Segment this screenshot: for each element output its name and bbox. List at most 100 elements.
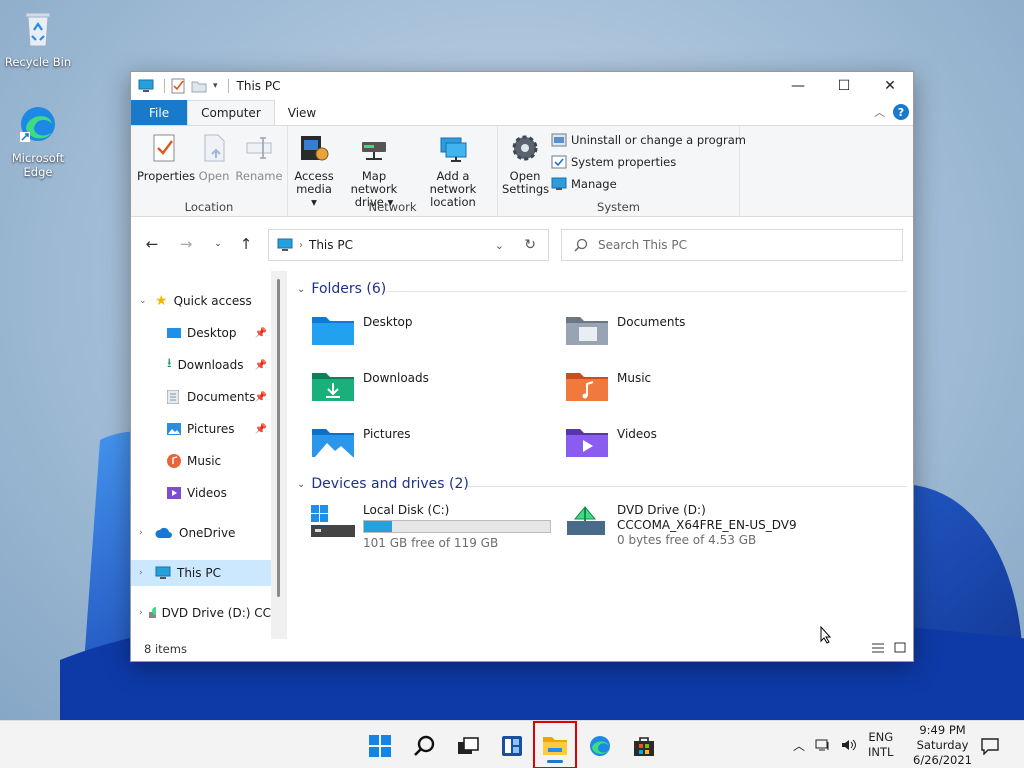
- details-view-icon[interactable]: [871, 641, 885, 655]
- recent-locations-button[interactable]: ⌄: [207, 233, 229, 255]
- quick-access-toolbar: ▾: [131, 78, 229, 94]
- nav-item-desktop[interactable]: Desktop 📌: [131, 320, 271, 346]
- nav-onedrive[interactable]: › OneDrive: [131, 520, 271, 546]
- divider: [227, 79, 229, 93]
- desktop-icon-recycle-bin[interactable]: Recycle Bin: [2, 8, 74, 69]
- nav-this-pc[interactable]: › This PC: [131, 560, 271, 586]
- tab-file[interactable]: File: [131, 100, 188, 125]
- folder-videos[interactable]: Videos: [565, 425, 657, 459]
- folders-section-header[interactable]: ⌄ Folders (6): [297, 281, 386, 297]
- nav-label: Videos: [187, 486, 227, 500]
- search-box[interactable]: Search This PC: [561, 229, 903, 261]
- ribbon: Properties Open Rename Location Access m…: [131, 125, 913, 217]
- system-properties-button[interactable]: System properties: [551, 154, 676, 170]
- system-properties-icon: [551, 155, 567, 169]
- drive-local-disk-c[interactable]: Local Disk (C:) 101 GB free of 119 GB: [311, 503, 551, 551]
- language-indicator[interactable]: ENG INTL: [868, 721, 893, 768]
- expanded-chevron-icon[interactable]: ⌄: [297, 479, 305, 490]
- active-indicator: [547, 760, 563, 763]
- address-bar[interactable]: › This PC ⌄ ↻: [268, 229, 549, 261]
- folder-downloads[interactable]: Downloads: [311, 369, 429, 403]
- address-dropdown-icon[interactable]: ⌄: [495, 239, 504, 252]
- manage-button[interactable]: Manage: [551, 176, 617, 192]
- pin-icon[interactable]: 📌: [255, 360, 267, 371]
- chevron-up-icon[interactable]: ︿: [793, 737, 805, 754]
- task-view-icon: [458, 737, 479, 754]
- folder-desktop[interactable]: Desktop: [311, 313, 413, 347]
- help-icon[interactable]: ?: [893, 104, 909, 120]
- drive-free-space: 101 GB free of 119 GB: [363, 536, 499, 550]
- store-taskbar-button[interactable]: [624, 729, 664, 763]
- map-network-drive-icon: [362, 142, 386, 160]
- open-button[interactable]: Open: [195, 132, 233, 183]
- access-media-button[interactable]: Access media ▾: [292, 132, 336, 209]
- minimize-button[interactable]: —: [775, 72, 821, 100]
- pin-icon[interactable]: 📌: [255, 424, 267, 435]
- up-button[interactable]: ↑: [235, 233, 257, 255]
- customize-toolbar-icon[interactable]: ▾: [213, 81, 218, 91]
- properties-icon[interactable]: [171, 78, 185, 94]
- maximize-button[interactable]: ☐: [821, 72, 867, 100]
- pin-icon[interactable]: 📌: [255, 328, 267, 339]
- nav-item-videos[interactable]: Videos: [131, 480, 271, 506]
- edge-taskbar-button[interactable]: [580, 729, 620, 763]
- tab-view[interactable]: View: [275, 100, 329, 125]
- file-explorer-taskbar-button[interactable]: [533, 721, 577, 768]
- expanded-chevron-icon[interactable]: ⌄: [297, 284, 305, 295]
- drive-dvd-d[interactable]: DVD Drive (D:) CCCOMA_X64FRE_EN-US_DV9 0…: [565, 503, 797, 548]
- uninstall-program-button[interactable]: Uninstall or change a program: [551, 132, 746, 148]
- folder-music[interactable]: Music: [565, 369, 651, 403]
- drive-info: DVD Drive (D:) CCCOMA_X64FRE_EN-US_DV9 0…: [617, 503, 797, 548]
- pin-icon[interactable]: 📌: [255, 392, 267, 403]
- rename-button[interactable]: Rename: [235, 132, 283, 183]
- search-placeholder: Search This PC: [598, 238, 687, 252]
- this-pc-icon: [155, 566, 171, 579]
- close-button[interactable]: ✕: [867, 72, 913, 100]
- network-icon[interactable]: [815, 738, 831, 752]
- nav-dvd-drive[interactable]: › DVD Drive (D:) CC: [131, 600, 271, 626]
- nav-item-documents[interactable]: Documents 📌: [131, 384, 271, 410]
- desktop-icon-edge[interactable]: Microsoft Edge: [2, 104, 74, 179]
- nav-item-pictures[interactable]: Pictures 📌: [131, 416, 271, 442]
- recycle-bin-icon: [25, 12, 51, 47]
- expanded-chevron-icon[interactable]: ⌄: [139, 296, 153, 306]
- drive-usage-bar: [363, 520, 551, 533]
- collapsed-chevron-icon[interactable]: ›: [139, 528, 153, 538]
- documents-icon: [167, 390, 179, 404]
- nav-item-music[interactable]: Music: [131, 448, 271, 474]
- collapsed-chevron-icon[interactable]: ›: [139, 568, 153, 578]
- nav-item-downloads[interactable]: ⭳ Downloads 📌: [131, 352, 271, 378]
- drives-section-header[interactable]: ⌄ Devices and drives (2): [297, 476, 469, 492]
- nav-scrollbar[interactable]: [271, 271, 287, 639]
- map-drive-label: Map network: [350, 169, 398, 196]
- content-pane: ⌄ Folders (6) Desktop Documents Download…: [287, 271, 913, 644]
- collapse-ribbon-icon[interactable]: ︿: [874, 104, 885, 120]
- start-button[interactable]: [360, 729, 400, 763]
- open-settings-button[interactable]: Open Settings: [502, 132, 549, 196]
- title-bar: ▾ This PC — ☐ ✕: [131, 72, 913, 100]
- breadcrumb-this-pc[interactable]: This PC: [309, 238, 353, 252]
- breadcrumb-separator-icon[interactable]: ›: [299, 240, 303, 251]
- folder-pictures[interactable]: Pictures: [311, 425, 411, 459]
- nav-quick-access[interactable]: ⌄ ★ Quick access: [131, 288, 271, 314]
- forward-button[interactable]: →: [175, 233, 197, 255]
- clock[interactable]: 9:49 PM Saturday 6/26/2021: [913, 723, 972, 768]
- nav-scrollbar-thumb[interactable]: [277, 279, 280, 597]
- large-icons-view-icon[interactable]: [893, 641, 907, 655]
- collapsed-chevron-icon[interactable]: ›: [139, 608, 146, 618]
- access-media-icon: [301, 136, 329, 161]
- back-button[interactable]: ←: [141, 233, 163, 255]
- new-folder-icon[interactable]: [191, 79, 207, 93]
- folder-documents[interactable]: Documents: [565, 313, 685, 347]
- map-network-drive-button[interactable]: Map network drive ▾: [338, 132, 410, 209]
- properties-button[interactable]: Properties: [137, 132, 195, 183]
- task-view-button[interactable]: [448, 729, 488, 763]
- add-network-location-button[interactable]: Add a network location: [412, 132, 494, 209]
- tab-computer[interactable]: Computer: [187, 100, 275, 125]
- notifications-button[interactable]: [972, 729, 1008, 763]
- volume-icon[interactable]: [841, 738, 857, 752]
- widgets-button[interactable]: [492, 729, 532, 763]
- refresh-icon[interactable]: ↻: [524, 237, 536, 253]
- search-button[interactable]: [405, 729, 445, 763]
- language-label: ENG: [868, 730, 894, 744]
